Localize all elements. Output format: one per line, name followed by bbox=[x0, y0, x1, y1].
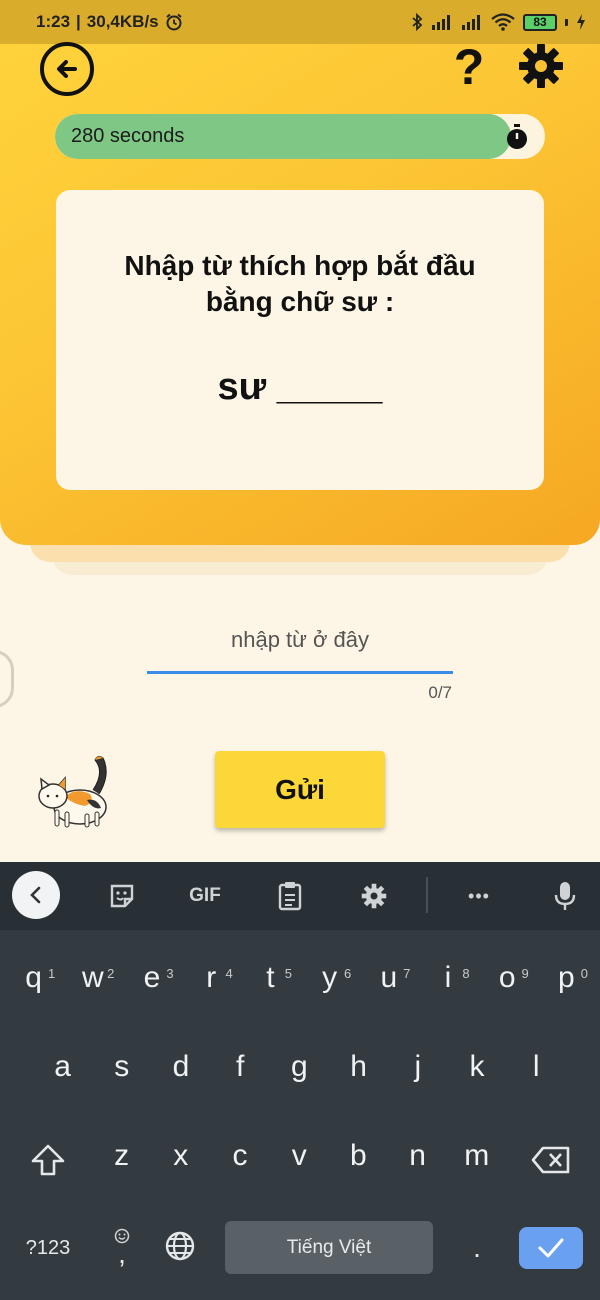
clipboard-icon bbox=[278, 882, 302, 911]
keyboard-collapse-button[interactable] bbox=[12, 871, 60, 919]
key-g[interactable]: g bbox=[270, 1042, 329, 1092]
language-key[interactable] bbox=[160, 1226, 200, 1266]
microphone-icon bbox=[554, 882, 576, 910]
period-key[interactable]: . bbox=[462, 1228, 492, 1268]
key-y[interactable]: y6 bbox=[300, 953, 359, 1003]
back-button[interactable] bbox=[40, 42, 94, 96]
wifi-icon bbox=[491, 13, 515, 31]
submit-button[interactable]: Gửi bbox=[215, 751, 385, 828]
key-hint-8: 8 bbox=[462, 966, 470, 981]
key-hint-0: 0 bbox=[580, 966, 588, 981]
backspace-key[interactable] bbox=[528, 1140, 574, 1180]
status-network-speed: 30,4KB/s bbox=[86, 12, 159, 31]
gif-button[interactable]: GIF bbox=[180, 862, 230, 930]
answer-field[interactable] bbox=[147, 610, 453, 674]
timer-label: 280 seconds bbox=[71, 125, 185, 147]
key-r[interactable]: r4 bbox=[182, 953, 241, 1003]
status-time: 1:23 bbox=[36, 12, 71, 31]
key-b[interactable]: b bbox=[329, 1131, 388, 1181]
alarm-icon bbox=[165, 13, 182, 31]
key-u[interactable]: u7 bbox=[359, 953, 418, 1003]
character-counter: 0/7 bbox=[428, 683, 452, 702]
key-f[interactable]: f bbox=[211, 1042, 270, 1092]
key-m[interactable]: m bbox=[447, 1131, 506, 1181]
key-l[interactable]: l bbox=[507, 1042, 566, 1092]
key-hint-7: 7 bbox=[403, 966, 411, 981]
key-k[interactable]: k bbox=[447, 1042, 506, 1092]
key-t[interactable]: t5 bbox=[241, 953, 300, 1003]
back-arrow-icon bbox=[57, 60, 77, 78]
key-j[interactable]: j bbox=[388, 1042, 447, 1092]
key-q[interactable]: q1 bbox=[4, 953, 63, 1003]
toolbar-divider bbox=[426, 877, 428, 913]
sticker-button[interactable] bbox=[100, 862, 144, 930]
help-button[interactable]: ? bbox=[452, 40, 486, 94]
space-key[interactable]: Tiếng Việt bbox=[225, 1221, 433, 1274]
bluetooth-icon bbox=[412, 13, 423, 31]
key-z[interactable]: z bbox=[92, 1131, 151, 1181]
stopwatch-icon bbox=[507, 124, 527, 149]
question-card: Nhập từ thích hợp bắt đầu bằng chữ sư : … bbox=[56, 190, 544, 490]
key-i[interactable]: i8 bbox=[418, 953, 477, 1003]
sticker-icon bbox=[110, 884, 134, 908]
key-p[interactable]: p0 bbox=[537, 953, 596, 1003]
input-underline bbox=[147, 671, 453, 674]
signal-icon bbox=[432, 15, 450, 30]
backspace-icon bbox=[531, 1146, 570, 1174]
question-prompt: Nhập từ thích hợp bắt đầu bằng chữ sư : bbox=[124, 250, 476, 317]
settings-button[interactable] bbox=[517, 42, 565, 90]
key-s[interactable]: s bbox=[92, 1042, 151, 1092]
comma-key[interactable]: , bbox=[104, 1218, 140, 1274]
key-hint-9: 9 bbox=[521, 966, 529, 981]
voice-input-button[interactable] bbox=[545, 862, 585, 930]
shift-key[interactable] bbox=[28, 1140, 68, 1180]
key-c[interactable]: c bbox=[210, 1131, 269, 1181]
cat-mascot-icon bbox=[38, 755, 107, 828]
more-button[interactable]: ••• bbox=[455, 862, 503, 930]
answer-input[interactable] bbox=[147, 610, 453, 670]
comma-label: , bbox=[118, 1238, 126, 1269]
key-n[interactable]: n bbox=[388, 1131, 447, 1181]
enter-key[interactable] bbox=[519, 1227, 583, 1269]
key-hint-1: 1 bbox=[47, 966, 56, 981]
key-hint-6: 6 bbox=[343, 966, 352, 981]
shift-icon bbox=[31, 1144, 65, 1176]
checkmark-icon bbox=[538, 1238, 564, 1258]
charging-icon bbox=[577, 14, 585, 30]
status-bar: 1:23 | 30,4KB/s 83 bbox=[0, 0, 600, 44]
key-hint-4: 4 bbox=[225, 966, 233, 981]
key-a[interactable]: a bbox=[33, 1042, 92, 1092]
gear-icon bbox=[519, 44, 563, 88]
timer-bar: 280 seconds bbox=[55, 114, 545, 159]
key-o[interactable]: o9 bbox=[478, 953, 537, 1003]
key-h[interactable]: h bbox=[329, 1042, 388, 1092]
question-word: sư _____ bbox=[217, 366, 383, 408]
clipboard-button[interactable] bbox=[268, 862, 312, 930]
key-hint-3: 3 bbox=[166, 966, 174, 981]
chevron-left-icon bbox=[30, 886, 41, 904]
key-hint-2: 2 bbox=[107, 966, 115, 981]
signal-icon bbox=[462, 15, 480, 30]
key-x[interactable]: x bbox=[151, 1131, 210, 1181]
gear-icon bbox=[361, 883, 387, 909]
globe-icon bbox=[165, 1231, 195, 1261]
key-d[interactable]: d bbox=[151, 1042, 210, 1092]
side-drawer-handle[interactable] bbox=[0, 650, 14, 708]
key-w[interactable]: w2 bbox=[63, 953, 122, 1003]
key-hint-5: 5 bbox=[284, 966, 292, 981]
key-e[interactable]: e3 bbox=[122, 953, 181, 1003]
key-v[interactable]: v bbox=[270, 1131, 329, 1181]
battery-level: 83 bbox=[533, 15, 547, 29]
symbols-key[interactable]: ?123 bbox=[14, 1228, 82, 1268]
battery-icon: 83 bbox=[523, 13, 557, 31]
keyboard-settings-button[interactable] bbox=[352, 862, 396, 930]
